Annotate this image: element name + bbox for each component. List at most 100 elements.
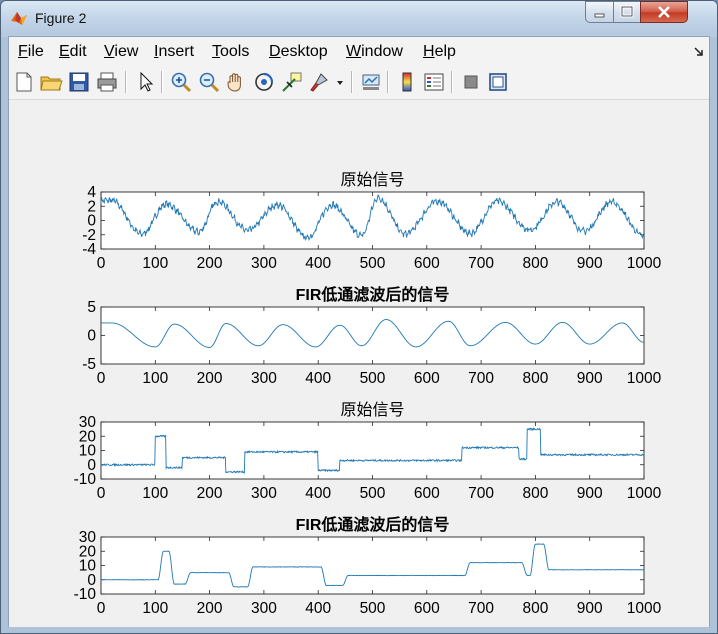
menu-desktop[interactable]: Desktop bbox=[269, 43, 328, 61]
data-cursor-icon[interactable] bbox=[280, 70, 304, 94]
x-tick-label: 600 bbox=[414, 600, 440, 617]
hide-plot-tools-icon[interactable] bbox=[459, 70, 483, 94]
toolbar-separator bbox=[161, 71, 163, 93]
window-title: Figure 2 bbox=[35, 10, 87, 26]
x-tick-label: 800 bbox=[522, 600, 548, 617]
show-plot-tools-icon[interactable] bbox=[486, 70, 510, 94]
x-tick-label: 500 bbox=[360, 485, 386, 502]
close-button[interactable] bbox=[640, 1, 688, 23]
menu-label-rest: iew bbox=[114, 43, 139, 60]
x-tick-label: 100 bbox=[142, 370, 168, 387]
x-tick-label: 0 bbox=[97, 370, 106, 387]
x-tick-label: 900 bbox=[577, 370, 603, 387]
x-tick-label: 400 bbox=[305, 255, 331, 272]
subplot-title: FIR低通滤波后的信号 bbox=[296, 285, 450, 304]
toolbar-separator bbox=[387, 71, 389, 93]
menu-label-rest: elp bbox=[434, 43, 456, 60]
close-icon bbox=[658, 6, 670, 18]
pan-hand-icon[interactable] bbox=[224, 70, 248, 94]
new-figure-icon[interactable] bbox=[12, 70, 36, 94]
x-tick-label: 1000 bbox=[627, 600, 662, 617]
figure-window: Figure 2 File Edit View Insert Tools Desktop W… bbox=[0, 0, 718, 634]
brush-dropdown-icon[interactable] bbox=[335, 70, 345, 94]
menu-label-rest: ile bbox=[27, 43, 44, 60]
save-icon[interactable] bbox=[67, 70, 91, 94]
menu-label-rest: ools bbox=[220, 43, 250, 60]
pointer-icon[interactable] bbox=[133, 70, 157, 94]
axes-box bbox=[100, 536, 645, 595]
x-tick-label: 1000 bbox=[627, 370, 662, 387]
menu-label-rest: dit bbox=[69, 43, 87, 60]
x-tick-label: 200 bbox=[197, 600, 223, 617]
legend-icon[interactable] bbox=[422, 70, 446, 94]
x-tick-label: 200 bbox=[197, 255, 223, 272]
subplot-grid: 原始信号0 100 200 300 400 500 600 700 800 900 1000420-… bbox=[74, 171, 662, 617]
menu-tools[interactable]: Tools bbox=[212, 43, 249, 61]
menu-help[interactable]: Help bbox=[423, 43, 456, 61]
menu-label-rest: indow bbox=[361, 43, 403, 60]
menu-window[interactable]: Window bbox=[346, 43, 403, 61]
menu-edit[interactable]: Edit bbox=[59, 43, 87, 61]
toolbar-separator bbox=[125, 71, 127, 93]
figure-canvas[interactable]: 原始信号 0 100 200 300 400 500 600 700 800 900 1000 4 2 0-… bbox=[9, 100, 709, 627]
maximize-button[interactable] bbox=[613, 1, 641, 23]
x-tick-label: 300 bbox=[251, 485, 277, 502]
subplot-3[interactable]: 原始信号0 100 200 300 400 500 600 700 800 900 10003020… bbox=[74, 401, 662, 502]
link-plot-icon[interactable] bbox=[359, 70, 383, 94]
y-tick-label: 5 bbox=[87, 299, 96, 316]
menu-mnemonic: V bbox=[104, 43, 115, 60]
axes-box bbox=[100, 421, 645, 480]
menu-mnemonic: F bbox=[18, 43, 28, 60]
figure-client-area: File Edit View Insert Tools Desktop Window Help bbox=[8, 36, 710, 628]
x-tick-label: 0 bbox=[97, 255, 106, 272]
x-tick-label: 600 bbox=[414, 370, 440, 387]
brush-icon[interactable] bbox=[307, 70, 331, 94]
menu-view[interactable]: View bbox=[104, 43, 138, 61]
x-tick-label: 400 bbox=[305, 600, 331, 617]
subplot-4[interactable]: FIR低通滤波后的信号 0 100 200 300 400 500 600 700 800 900 1… bbox=[74, 515, 662, 617]
toolbar-separator bbox=[351, 71, 353, 93]
menu-file[interactable]: File bbox=[18, 43, 44, 61]
figure-toolbar bbox=[9, 65, 709, 100]
open-file-icon[interactable] bbox=[39, 70, 63, 94]
x-tick-label: 700 bbox=[468, 485, 494, 502]
matlab-logo-icon bbox=[11, 12, 27, 25]
x-tick-label: 100 bbox=[142, 255, 168, 272]
x-tick-label: 500 bbox=[360, 600, 386, 617]
title-bar[interactable]: Figure 2 bbox=[1, 1, 717, 35]
x-tick-label: 800 bbox=[522, 485, 548, 502]
toolbar-separator bbox=[451, 71, 453, 93]
subplot-title: 原始信号 bbox=[340, 171, 404, 189]
menu-insert[interactable]: Insert bbox=[154, 43, 194, 61]
x-tick-label: 500 bbox=[360, 255, 386, 272]
x-tick-label: 100 bbox=[142, 600, 168, 617]
colorbar-icon[interactable] bbox=[395, 70, 419, 94]
x-tick-label: 900 bbox=[577, 255, 603, 272]
x-tick-label: 1000 bbox=[627, 255, 662, 272]
rotate-3d-icon[interactable] bbox=[252, 70, 276, 94]
subplot-title: 原始信号 bbox=[340, 401, 404, 419]
axes-box bbox=[100, 191, 645, 250]
x-tick-label: 200 bbox=[197, 485, 223, 502]
menu-mnemonic: T bbox=[212, 43, 220, 60]
x-tick-label: 0 bbox=[97, 485, 106, 502]
x-tick-label: 600 bbox=[414, 485, 440, 502]
x-tick-label: 700 bbox=[468, 600, 494, 617]
y-tick-label: -10 bbox=[74, 586, 97, 603]
x-tick-label: 200 bbox=[197, 370, 223, 387]
zoom-in-icon[interactable] bbox=[169, 70, 193, 94]
x-tick-label: 300 bbox=[251, 600, 277, 617]
x-tick-label: 400 bbox=[305, 485, 331, 502]
menu-mnemonic: W bbox=[346, 43, 362, 60]
minimize-button[interactable] bbox=[585, 1, 614, 23]
window-bottom-border bbox=[1, 627, 717, 633]
subplot-2[interactable]: FIR低通滤波后的信号 0 100 200 300 400 500 600 700 800 900 1… bbox=[82, 285, 661, 387]
x-tick-label: 900 bbox=[577, 600, 603, 617]
dock-arrow-icon[interactable] bbox=[694, 47, 704, 57]
menu-label-rest: nsert bbox=[158, 43, 195, 60]
menu-label-rest: esktop bbox=[280, 43, 328, 60]
subplot-1[interactable]: 原始信号0 100 200 300 400 500 600 700 800 900 1000420-… bbox=[82, 171, 661, 272]
maximize-icon bbox=[620, 5, 634, 18]
zoom-out-icon[interactable] bbox=[197, 70, 221, 94]
print-icon[interactable] bbox=[95, 70, 119, 94]
